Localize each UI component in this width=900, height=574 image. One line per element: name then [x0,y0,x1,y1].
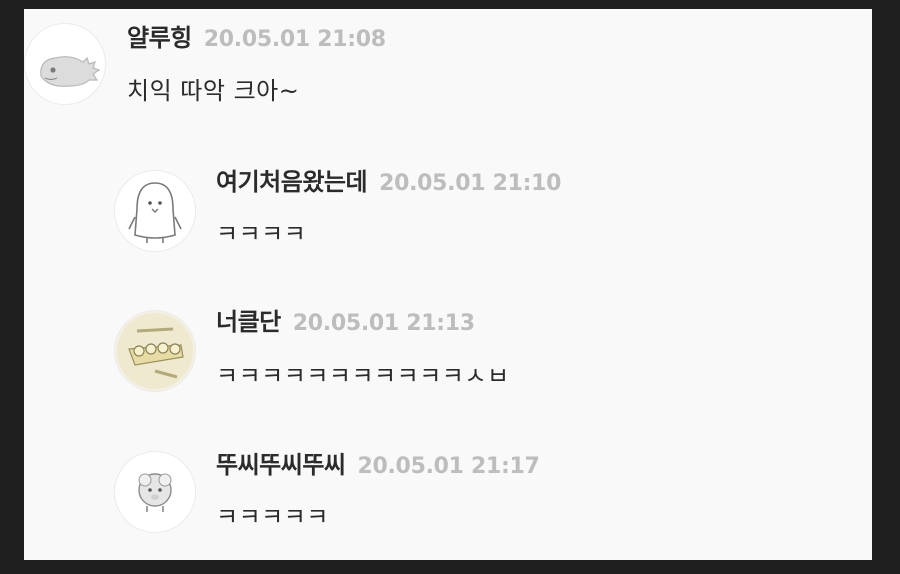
nickname[interactable]: 여기처음왔는데 [216,168,368,196]
avatar[interactable] [114,170,196,252]
avatar[interactable] [24,23,106,105]
comment-text: 치익 따악 크아~ [127,77,300,105]
comment-meta: 뚜씨뚜씨뚜씨 20.05.01 21:17 [216,453,540,478]
comment-date: 20.05.01 21:13 [292,311,475,336]
comment-text: ㅋㅋㅋㅋ [216,220,307,248]
comment-date: 20.05.01 21:17 [357,454,540,479]
nickname[interactable]: 뚜씨뚜씨뚜씨 [216,451,346,479]
dinosaur-icon [40,56,101,87]
comment-item: 얄루힝 20.05.01 21:08 치익 따악 크아~ [24,9,872,149]
comment-meta: 얄루힝 20.05.01 21:08 [127,26,386,51]
comment-date: 20.05.01 21:08 [203,27,386,52]
reply-item: 뚜씨뚜씨뚜씨 20.05.01 21:17 ㅋㅋㅋㅋㅋ [24,429,872,560]
comment-panel: 얄루힝 20.05.01 21:08 치익 따악 크아~ 여기처음왔는데 20.05… [24,9,872,560]
reply-item: 여기처음왔는데 20.05.01 21:10 ㅋㅋㅋㅋ [24,149,872,289]
avatar[interactable] [114,310,196,392]
comment-meta: 여기처음왔는데 20.05.01 21:10 [216,170,561,195]
nickname[interactable]: 얄루힝 [127,24,192,52]
brass-knuckles-icon [117,313,193,389]
reply-item: 너클단 20.05.01 21:13 ㅋㅋㅋㅋㅋㅋㅋㅋㅋㅋㅋㅅㅂ [24,289,872,429]
avatar[interactable] [114,451,196,533]
sheep-icon [138,473,172,512]
comment-text: ㅋㅋㅋㅋㅋㅋㅋㅋㅋㅋㅋㅅㅂ [216,362,510,390]
comment-text: ㅋㅋㅋㅋㅋ [216,503,329,531]
nickname[interactable]: 너클단 [216,308,281,336]
penguin-icon [128,182,182,243]
comment-meta: 너클단 20.05.01 21:13 [216,310,475,335]
comment-date: 20.05.01 21:10 [379,171,562,196]
